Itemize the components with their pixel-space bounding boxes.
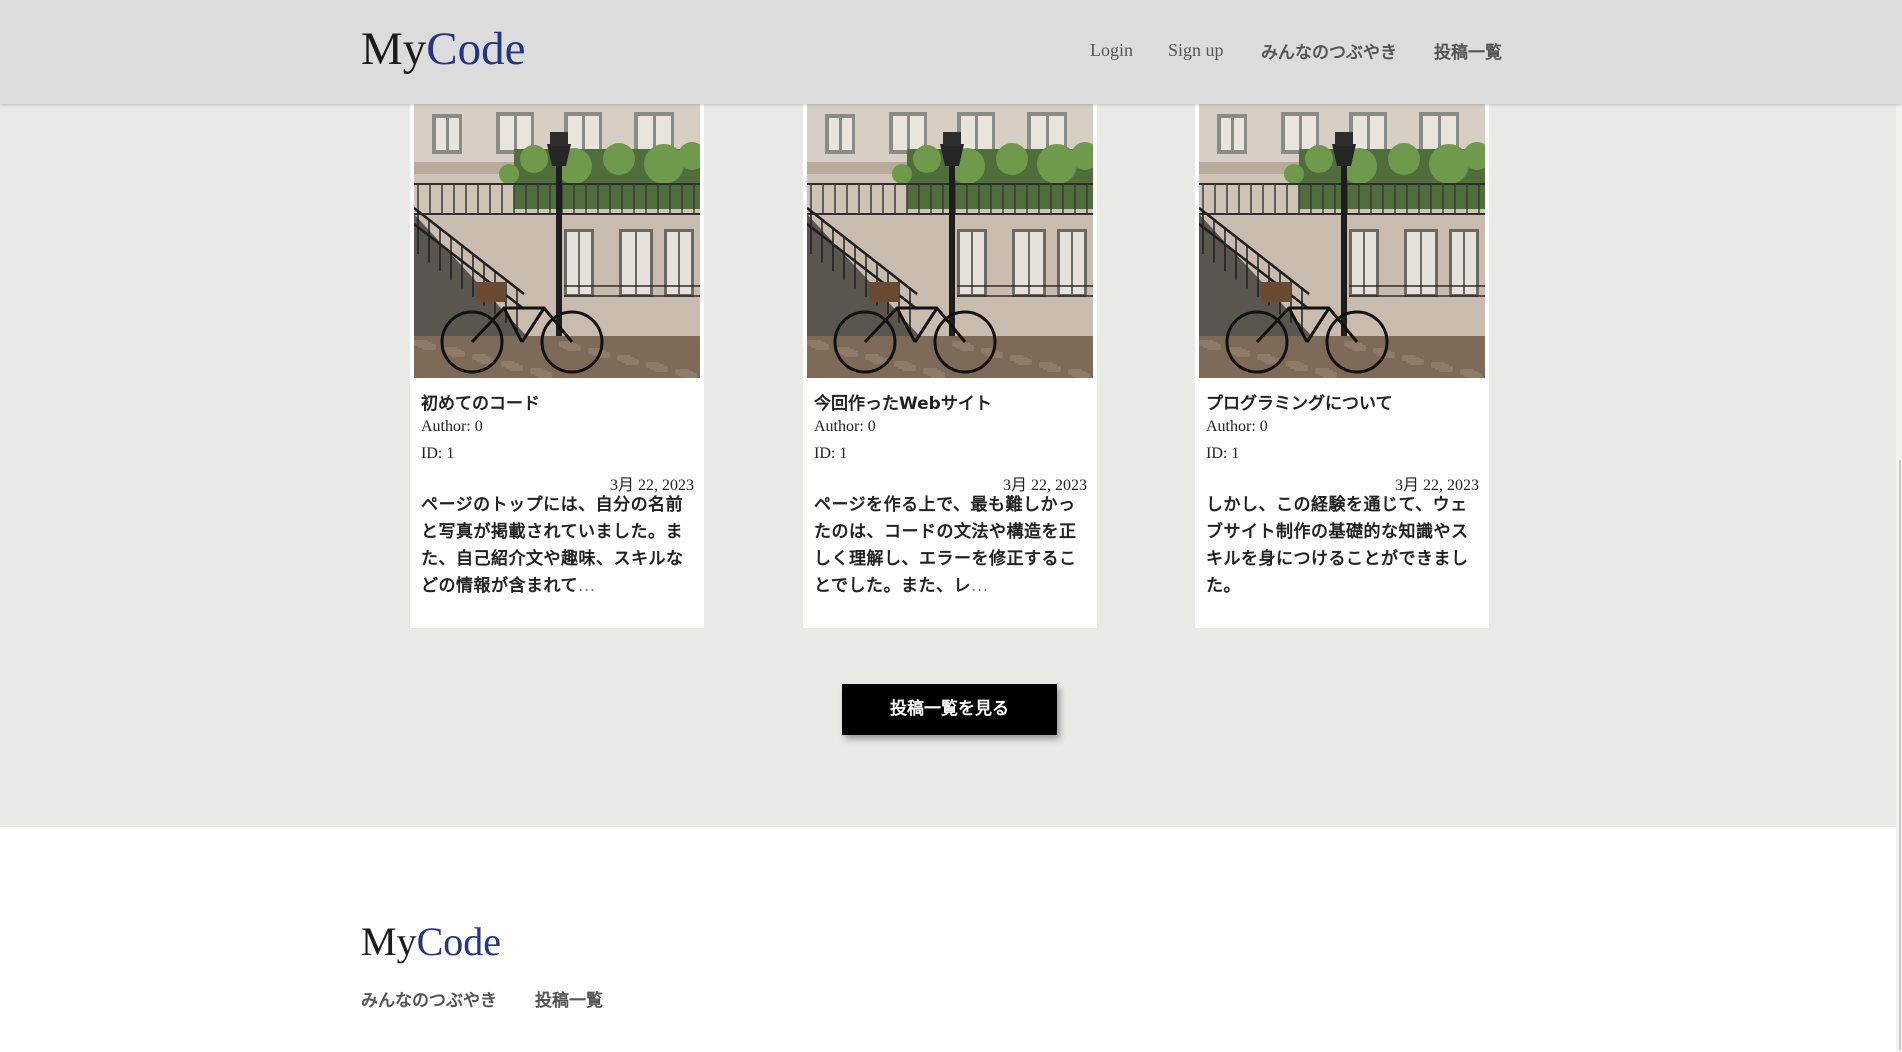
post-title[interactable]: 今回作ったWebサイト bbox=[814, 389, 992, 414]
post-excerpt: ページを作る上で、最も難しかったのは、コードの文法や構造を正しく理解し、エラーを… bbox=[814, 492, 1086, 600]
post-excerpt-ellipsis: ... bbox=[578, 576, 596, 596]
post-thumbnail-image[interactable] bbox=[1199, 104, 1485, 378]
post-id: ID: 1 bbox=[421, 445, 455, 462]
post-excerpt-text: ページを作る上で、最も難しかったのは、コードの文法や構造を正しく理解し、エラーを… bbox=[814, 495, 1077, 596]
post-excerpt: しかし、この経験を通じて、ウェブサイト制作の基礎的な知識やスキルを身につけること… bbox=[1206, 492, 1478, 600]
post-author: Author: 0 bbox=[814, 418, 876, 435]
post-author: Author: 0 bbox=[421, 418, 483, 435]
site-header: MyCode Login Sign up みんなのつぶやき 投稿一覧 bbox=[0, 0, 1902, 104]
site-logo[interactable]: MyCode bbox=[361, 26, 526, 73]
post-author: Author: 0 bbox=[1206, 418, 1268, 435]
post-id: ID: 1 bbox=[1206, 445, 1240, 462]
footer-posts-link[interactable]: 投稿一覧 bbox=[535, 986, 603, 1011]
post-title[interactable]: プログラミングについて bbox=[1206, 389, 1393, 414]
nav-login-link[interactable]: Login bbox=[1090, 40, 1133, 61]
post-card[interactable]: 初めてのコード Author: 0 ID: 1 3月 22, 2023 ページの… bbox=[410, 104, 704, 628]
post-excerpt-ellipsis: ... bbox=[971, 576, 989, 596]
post-thumbnail-image[interactable] bbox=[807, 104, 1093, 378]
post-card[interactable]: プログラミングについて Author: 0 ID: 1 3月 22, 2023 … bbox=[1195, 104, 1489, 628]
post-title[interactable]: 初めてのコード bbox=[421, 389, 540, 414]
footer-logo[interactable]: MyCode bbox=[361, 922, 501, 962]
post-id: ID: 1 bbox=[814, 445, 848, 462]
nav-posts-link[interactable]: 投稿一覧 bbox=[1434, 38, 1502, 63]
nav-signup-link[interactable]: Sign up bbox=[1168, 40, 1224, 61]
post-card[interactable]: 今回作ったWebサイト Author: 0 ID: 1 3月 22, 2023 … bbox=[803, 104, 1097, 628]
scrollbar-thumb[interactable] bbox=[1899, 460, 1901, 1050]
post-thumbnail-image[interactable] bbox=[414, 104, 700, 378]
post-excerpt: ページのトップには、自分の名前と写真が掲載されていました。また、自己紹介文や趣味… bbox=[421, 492, 693, 600]
page-scrollbar[interactable] bbox=[1896, 0, 1902, 1052]
post-excerpt-text: ページのトップには、自分の名前と写真が掲載されていました。また、自己紹介文や趣味… bbox=[421, 495, 684, 596]
logo-my: My bbox=[361, 23, 427, 75]
footer-logo-code: Code bbox=[416, 919, 502, 964]
footer-logo-my: My bbox=[361, 919, 417, 964]
nav-tsubuyaki-link[interactable]: みんなのつぶやき bbox=[1261, 38, 1397, 63]
logo-code: Code bbox=[426, 23, 526, 75]
footer-tsubuyaki-link[interactable]: みんなのつぶやき bbox=[361, 986, 497, 1011]
view-all-posts-button[interactable]: 投稿一覧を見る bbox=[842, 684, 1057, 735]
post-excerpt-text: しかし、この経験を通じて、ウェブサイト制作の基礎的な知識やスキルを身につけること… bbox=[1206, 495, 1469, 596]
